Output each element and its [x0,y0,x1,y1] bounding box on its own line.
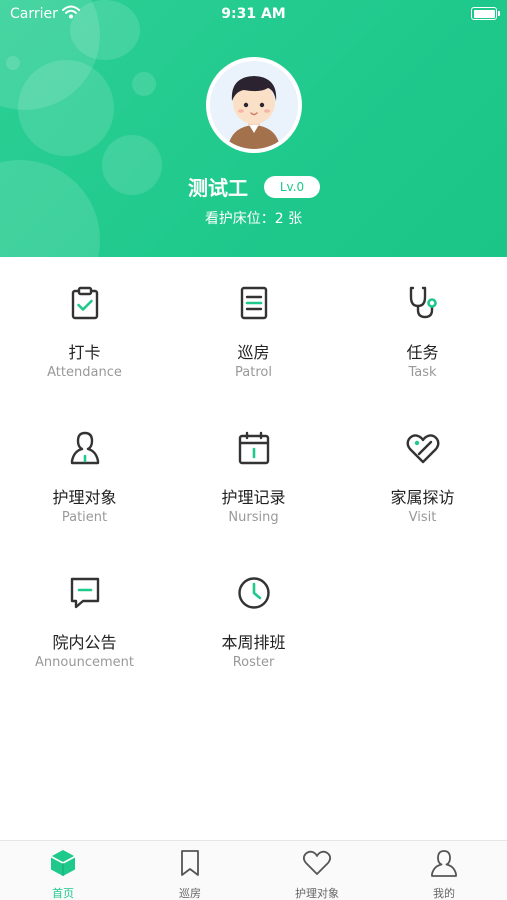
menu-item-roster[interactable]: 本周排班 Roster [169,547,338,692]
stethoscope-icon [409,286,437,319]
menu-sublabel: Nursing [228,510,279,525]
menu-label: 本周排班 [221,633,286,652]
battery-icon [471,7,500,20]
menu-label: 巡房 [237,343,270,362]
menu-sublabel: Patrol [235,365,272,380]
decorative-bubble [132,72,156,96]
clock-icon [238,577,270,609]
menu-item-attendance[interactable]: 打卡 Attendance [0,257,169,402]
message-icon [70,577,100,609]
menu-label: 护理对象 [52,488,117,507]
profile-header: Carrier 9:31 AM 测试工 Lv.0 看护床位：2 张 [0,0,507,257]
user-icon [431,850,457,877]
home-cube-icon [50,850,76,876]
menu-label: 护理记录 [221,488,286,507]
heart-tag-icon [406,434,440,464]
menu-item-patrol[interactable]: 巡房 Patrol [169,257,338,402]
tab-label: 护理对象 [295,887,339,900]
person-icon [70,431,100,465]
menu-item-nursing[interactable]: 护理记录 Nursing [169,402,338,547]
level-badge: Lv.0 [264,176,320,198]
document-icon [240,286,268,320]
decorative-bubble [6,56,20,70]
menu-item-visit[interactable]: 家属探访 Visit [338,402,507,547]
tab-home[interactable]: 首页 [0,841,126,900]
user-name: 测试工 [188,176,248,200]
menu-sublabel: Patient [61,510,108,525]
tab-label: 巡房 [179,887,201,900]
menu-sublabel: Task [408,365,437,380]
tab-patrol[interactable]: 巡房 [127,841,253,900]
bookmark-icon [181,850,199,876]
menu-label: 打卡 [68,343,101,362]
clipboard-check-icon [71,286,99,320]
menu-item-task[interactable]: 任务 Task [338,257,507,402]
menu-item-announcement[interactable]: 院内公告 Announcement [0,547,169,692]
status-bar: Carrier 9:31 AM [0,0,507,28]
tab-bar: 首页 巡房 护理对象 我的 [0,840,507,900]
menu-label: 家属探访 [390,488,455,507]
menu-sublabel: Roster [232,655,275,670]
menu-label: 任务 [406,343,439,362]
decorative-bubble [18,60,114,156]
tab-patients[interactable]: 护理对象 [254,841,380,900]
menu-label: 院内公告 [52,633,117,652]
menu-sublabel: Announcement [35,655,134,670]
clock-time: 9:31 AM [221,6,286,22]
menu-sublabel: Visit [408,510,437,525]
tab-label: 首页 [52,887,74,900]
calendar-icon [238,431,270,465]
assigned-beds: 看护床位：2 张 [204,211,303,227]
tab-mine[interactable]: 我的 [381,841,507,900]
avatar-illustration [210,61,298,149]
tab-label: 我的 [433,887,455,900]
decorative-bubble [102,135,162,195]
heart-icon [302,850,332,875]
menu-sublabel: Attendance [47,365,122,380]
avatar[interactable] [206,57,302,153]
menu-item-patient[interactable]: 护理对象 Patient [0,402,169,547]
